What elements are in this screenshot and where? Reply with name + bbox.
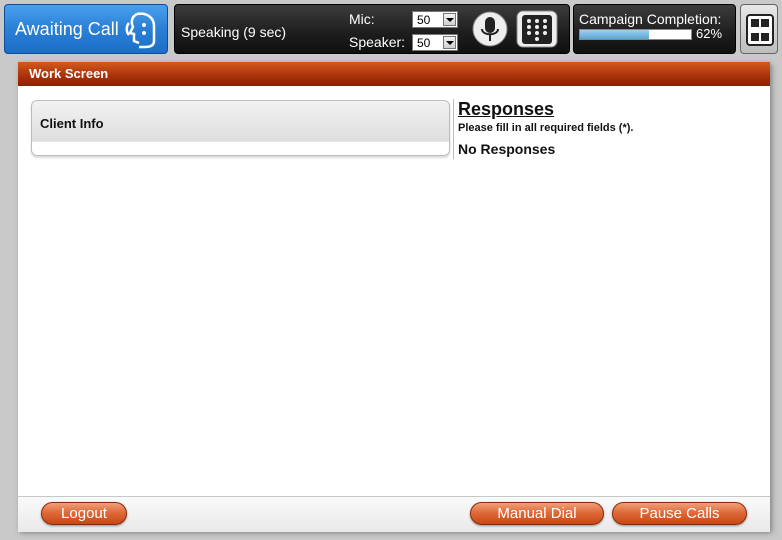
responses-hint: Please fill in all required fields (*). xyxy=(458,122,634,134)
work-screen-footer: Logout Manual Dial Pause Calls xyxy=(18,496,770,532)
work-screen: Work Screen Client Info Responses Please… xyxy=(18,62,770,532)
responses-section: Responses Please fill in all required fi… xyxy=(458,99,633,157)
call-state: Speaking (9 sec) xyxy=(181,24,287,40)
sidebar-toggle-icon xyxy=(746,14,774,46)
panel-divider xyxy=(453,99,454,159)
campaign-panel: Campaign Completion: 62% xyxy=(573,4,736,54)
campaign-progress-fill xyxy=(580,30,649,39)
responses-title: Responses xyxy=(458,99,555,119)
chevron-down-icon[interactable] xyxy=(443,13,456,26)
client-info-panel: Client Info xyxy=(31,100,450,156)
campaign-completion-percent: 62% xyxy=(696,26,723,41)
pause-calls-button[interactable]: Pause Calls xyxy=(612,502,747,525)
manual-dial-button[interactable]: Manual Dial xyxy=(470,502,604,525)
call-panel: Speaking (9 sec) Mic: Speaker: 50 50 xyxy=(174,4,570,54)
agent-status-label: Awaiting Call xyxy=(15,18,119,39)
chevron-down-icon[interactable] xyxy=(443,36,456,49)
mic-volume-value: 50 xyxy=(417,13,431,27)
mic-label: Mic: xyxy=(349,11,375,27)
dialpad-icon[interactable] xyxy=(515,9,559,49)
speaker-label: Speaker: xyxy=(349,34,406,50)
work-screen-title: Work Screen xyxy=(18,62,770,86)
microphone-icon[interactable] xyxy=(471,10,509,48)
campaign-progress-bar xyxy=(579,29,692,40)
client-info-title: Client Info xyxy=(40,116,104,131)
speaker-volume-select[interactable]: 50 xyxy=(412,34,458,51)
mic-volume-select[interactable]: 50 xyxy=(412,11,458,28)
speaker-volume-value: 50 xyxy=(417,36,431,50)
no-responses-text: No Responses xyxy=(458,141,556,157)
agent-face-icon xyxy=(125,12,156,49)
campaign-completion-label: Campaign Completion: xyxy=(579,11,722,27)
sidebar-toggle-button[interactable] xyxy=(740,4,778,54)
agent-status[interactable]: Awaiting Call xyxy=(4,4,168,54)
logout-button[interactable]: Logout xyxy=(41,502,127,525)
